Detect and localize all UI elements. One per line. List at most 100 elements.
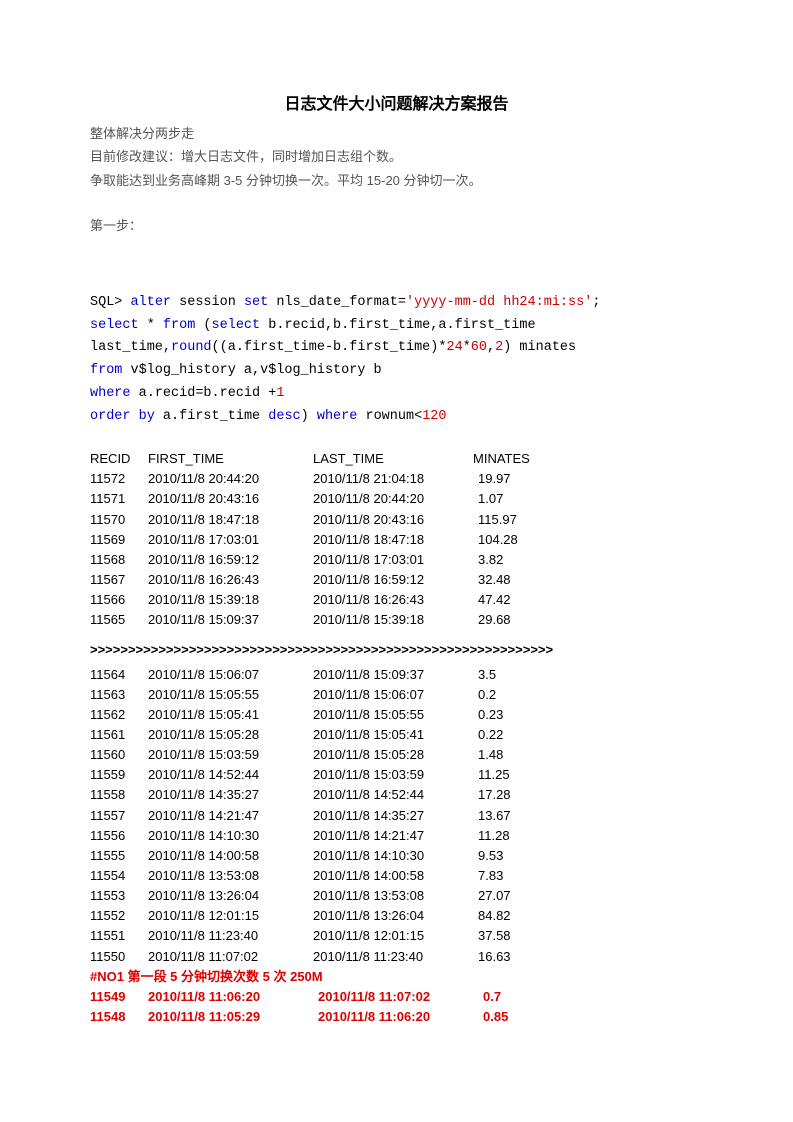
cell-c3: 1.48	[478, 745, 558, 765]
cell-c1: 2010/11/8 14:35:27	[148, 785, 313, 805]
cell-c3: 0.22	[478, 725, 558, 745]
intro-text: 分钟切一次。	[400, 173, 482, 188]
cell-c1: 2010/11/8 12:01:15	[148, 906, 313, 926]
table-row: 115502010/11/8 11:07:022010/11/8 11:23:4…	[90, 947, 703, 967]
table-row: 115672010/11/8 16:26:432010/11/8 16:59:1…	[90, 570, 703, 590]
table-row: 115622010/11/8 15:05:412010/11/8 15:05:5…	[90, 705, 703, 725]
cell-c2: 2010/11/8 15:09:37	[313, 665, 478, 685]
cell-c1: 2010/11/8 15:05:55	[148, 685, 313, 705]
cell-c0: 11548	[90, 1007, 148, 1027]
sql-number: 60	[471, 340, 487, 355]
sql-number: 2	[495, 340, 503, 355]
cell-c0: 11566	[90, 590, 148, 610]
sql-line: SQL> alter session set nls_date_format='…	[90, 292, 703, 315]
sql-keyword: set	[244, 295, 268, 310]
cell-c3: 27.07	[478, 886, 558, 906]
cell-c1: 2010/11/8 11:06:20	[148, 987, 318, 1007]
cell-c2: 2010/11/8 14:00:58	[313, 866, 478, 886]
cell-c1: 2010/11/8 11:05:29	[148, 1007, 318, 1027]
sql-text: session	[171, 295, 244, 310]
sql-keyword: by	[139, 409, 155, 424]
cell-c1: 2010/11/8 14:10:30	[148, 826, 313, 846]
cell-c0: 11565	[90, 610, 148, 630]
rows-group-2: 115642010/11/8 15:06:072010/11/8 15:09:3…	[90, 665, 703, 967]
cell-c2: 2010/11/8 15:05:41	[313, 725, 478, 745]
cell-c3: 11.28	[478, 826, 558, 846]
cell-c2: 2010/11/8 20:44:20	[313, 489, 478, 509]
sql-keyword: order	[90, 409, 131, 424]
cell-c2: 2010/11/8 18:47:18	[313, 530, 478, 550]
table-row: 115702010/11/8 18:47:182010/11/8 20:43:1…	[90, 510, 703, 530]
cell-c0: 11551	[90, 926, 148, 946]
cell-c1: 2010/11/8 14:00:58	[148, 846, 313, 866]
cell-c3: 7.83	[478, 866, 558, 886]
table-row: 115602010/11/8 15:03:592010/11/8 15:05:2…	[90, 745, 703, 765]
result-table: RECID FIRST_TIME LAST_TIME MINATES 11572…	[90, 449, 703, 1027]
table-row: 115652010/11/8 15:09:372010/11/8 15:39:1…	[90, 610, 703, 630]
sql-prompt: SQL>	[90, 295, 131, 310]
sql-keyword: from	[163, 318, 195, 333]
cell-c2: 2010/11/8 15:05:55	[313, 705, 478, 725]
cell-c2: 2010/11/8 17:03:01	[313, 550, 478, 570]
cell-c3: 47.42	[478, 590, 558, 610]
sql-string: 'yyyy-mm-dd hh24:mi:ss'	[406, 295, 592, 310]
sql-keyword: from	[90, 363, 122, 378]
sql-line: from v$log_history a,v$log_history b	[90, 360, 703, 383]
sql-line: last_time,round((a.first_time-b.first_ti…	[90, 337, 703, 360]
sql-number: 120	[422, 409, 446, 424]
sql-keyword: round	[171, 340, 212, 355]
cell-c3: 84.82	[478, 906, 558, 926]
sql-text	[131, 409, 139, 424]
sql-text: )	[301, 409, 317, 424]
cell-c1: 2010/11/8 13:26:04	[148, 886, 313, 906]
table-row: 115642010/11/8 15:06:072010/11/8 15:09:3…	[90, 665, 703, 685]
intro-text: 分钟切换一次。平均	[242, 173, 366, 188]
cell-c2: 2010/11/8 11:07:02	[318, 987, 483, 1007]
cell-c0: 11549	[90, 987, 148, 1007]
cell-c1: 2010/11/8 11:23:40	[148, 926, 313, 946]
col-recid: RECID	[90, 449, 148, 469]
cell-c2: 2010/11/8 21:04:18	[313, 469, 478, 489]
cell-c0: 11562	[90, 705, 148, 725]
cell-c3: 0.2	[478, 685, 558, 705]
document-page: 日志文件大小问题解决方案报告 整体解决分两步走 目前修改建议：增大日志文件，同时…	[0, 0, 793, 1087]
sql-text: ((a.first_time-b.first_time)*	[212, 340, 447, 355]
cell-c2: 2010/11/8 20:43:16	[313, 510, 478, 530]
table-row: 115662010/11/8 15:39:182010/11/8 16:26:4…	[90, 590, 703, 610]
table-row: 115572010/11/8 14:21:472010/11/8 14:35:2…	[90, 806, 703, 826]
sql-text: *	[139, 318, 163, 333]
cell-c1: 2010/11/8 15:09:37	[148, 610, 313, 630]
table-row: 115632010/11/8 15:05:552010/11/8 15:06:0…	[90, 685, 703, 705]
col-first-time: FIRST_TIME	[148, 449, 313, 469]
sql-text: a.recid=b.recid +	[131, 386, 277, 401]
cell-c3: 13.67	[478, 806, 558, 826]
table-row: 115522010/11/8 12:01:152010/11/8 13:26:0…	[90, 906, 703, 926]
cell-c1: 2010/11/8 16:26:43	[148, 570, 313, 590]
rows-group-3: 115492010/11/8 11:06:202010/11/8 11:07:0…	[90, 987, 703, 1027]
cell-c0: 11550	[90, 947, 148, 967]
cell-c0: 11557	[90, 806, 148, 826]
sql-number: 24	[446, 340, 462, 355]
table-header: RECID FIRST_TIME LAST_TIME MINATES	[90, 449, 703, 469]
cell-c3: 9.53	[478, 846, 558, 866]
cell-c3: 1.07	[478, 489, 558, 509]
cell-c3: 3.5	[478, 665, 558, 685]
cell-c2: 2010/11/8 12:01:15	[313, 926, 478, 946]
table-row: 115722010/11/8 20:44:202010/11/8 21:04:1…	[90, 469, 703, 489]
cell-c2: 2010/11/8 13:53:08	[313, 886, 478, 906]
cell-c0: 11560	[90, 745, 148, 765]
cell-c0: 11563	[90, 685, 148, 705]
cell-c1: 2010/11/8 15:03:59	[148, 745, 313, 765]
sql-keyword: select	[90, 318, 139, 333]
cell-c0: 11567	[90, 570, 148, 590]
table-row: 115532010/11/8 13:26:042010/11/8 13:53:0…	[90, 886, 703, 906]
document-title: 日志文件大小问题解决方案报告	[90, 90, 703, 114]
cell-c3: 19.97	[478, 469, 558, 489]
sql-text: a.first_time	[155, 409, 268, 424]
intro-text: 争取能达到业务高峰期	[90, 173, 224, 188]
sql-number: 1	[276, 386, 284, 401]
table-row: 115682010/11/8 16:59:122010/11/8 17:03:0…	[90, 550, 703, 570]
cell-c0: 11552	[90, 906, 148, 926]
cell-c0: 11568	[90, 550, 148, 570]
sql-line: select * from (select b.recid,b.first_ti…	[90, 315, 703, 338]
